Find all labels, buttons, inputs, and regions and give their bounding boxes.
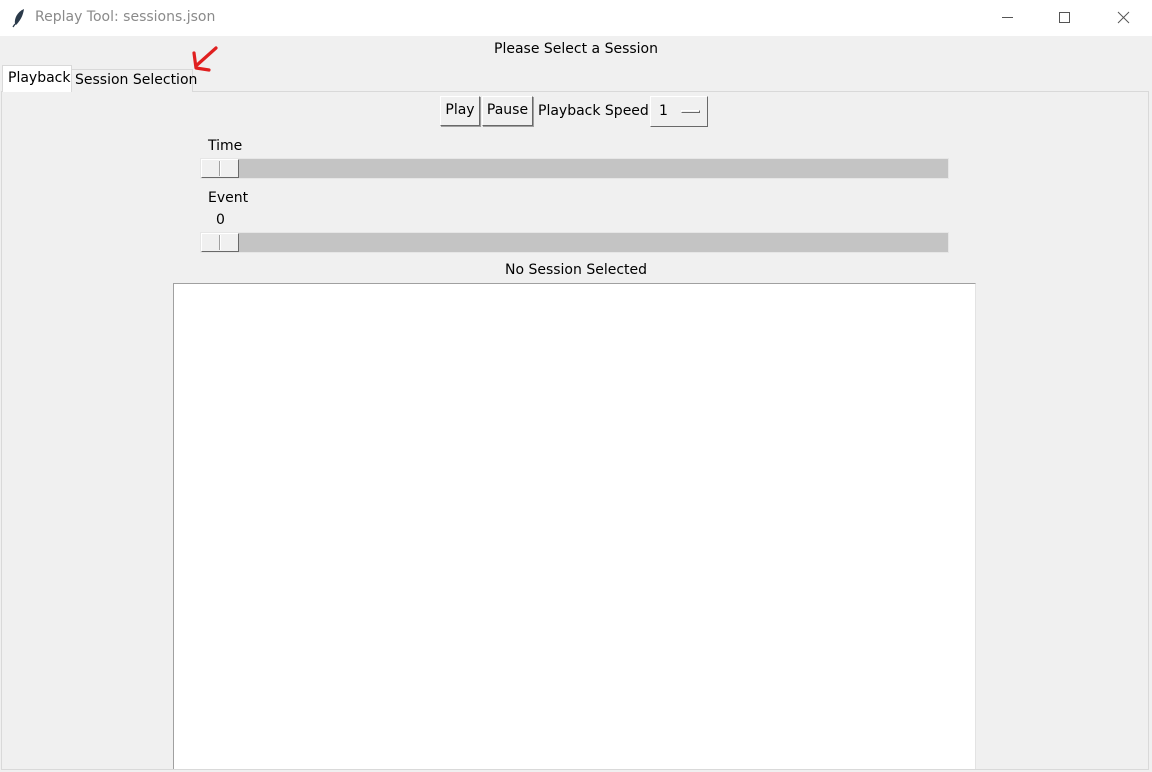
event-slider-handle[interactable]: [201, 233, 239, 252]
close-button[interactable]: [1094, 0, 1152, 36]
slider-grip-icon: [219, 235, 220, 250]
event-slider-value: 0: [216, 212, 225, 228]
time-slider[interactable]: [200, 158, 949, 179]
playback-speed-value: 1: [659, 103, 668, 119]
playback-speed-label: Playback Speed:: [538, 103, 654, 119]
playback-speed-menu[interactable]: 1: [650, 96, 708, 127]
maximize-icon: [1059, 12, 1070, 23]
slider-grip-icon: [219, 161, 220, 176]
tab-playback[interactable]: Playback: [2, 65, 72, 92]
close-icon: [1117, 11, 1130, 24]
replay-canvas[interactable]: [173, 283, 976, 769]
option-menu-indicator-icon: [681, 110, 700, 113]
time-slider-label: Time: [208, 138, 243, 154]
title-bar[interactable]: Replay Tool: sessions.json: [0, 0, 1152, 36]
feather-icon: [11, 8, 29, 28]
maximize-button[interactable]: [1036, 0, 1094, 36]
session-prompt-label: Please Select a Session: [494, 41, 658, 57]
session-status-label: No Session Selected: [504, 262, 648, 278]
red-arrow-icon: [192, 46, 218, 72]
event-slider-label: Event: [208, 190, 249, 206]
play-button[interactable]: Play: [440, 96, 480, 126]
tab-playback-label: Playback: [8, 70, 71, 86]
pause-button[interactable]: Pause: [482, 96, 533, 126]
event-slider[interactable]: [200, 232, 949, 253]
window-title: Replay Tool: sessions.json: [35, 9, 216, 25]
minimize-button[interactable]: [978, 0, 1036, 36]
time-slider-handle[interactable]: [201, 159, 239, 178]
tab-session-selection[interactable]: Session Selection: [72, 69, 197, 92]
tab-session-selection-label: Session Selection: [75, 72, 198, 88]
minimize-icon: [1002, 17, 1013, 18]
